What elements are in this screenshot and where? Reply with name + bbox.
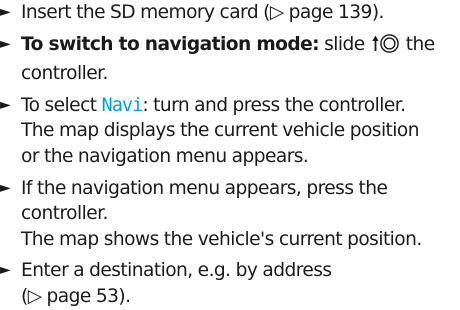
step-line: Insert the SD memory card (▷ page 139). xyxy=(21,0,460,26)
page-ref-arrow-icon: ▷ xyxy=(269,2,284,23)
step-press-controller: ► If the navigation menu appears, press … xyxy=(0,176,460,253)
step-enter-destination: ► Enter a destination, e.g. by address (… xyxy=(0,258,460,309)
step-line: controller. xyxy=(21,203,108,225)
step-text: the xyxy=(400,33,435,55)
step-insert-sd-card: ► Insert the SD memory card (▷ page 139)… xyxy=(0,0,460,26)
bullet-triangle-icon: ► xyxy=(0,35,11,52)
step-text: Insert the SD memory card ( xyxy=(21,2,270,23)
step-line: The map displays the current vehicle pos… xyxy=(21,120,420,142)
step-line: or the navigation menu appears. xyxy=(21,145,309,167)
step-line: To select Navi: turn and press the contr… xyxy=(21,93,460,119)
step-line: The map shows the vehicle's current posi… xyxy=(21,228,422,250)
page-reference: page 53 xyxy=(46,285,119,307)
step-select-navi: ► To select Navi: turn and press the con… xyxy=(0,93,460,170)
instruction-list: ► Insert the SD memory card (▷ page 139)… xyxy=(0,0,460,310)
step-text: To select xyxy=(21,94,102,116)
slide-up-controller-icon-graphic xyxy=(372,33,399,53)
step-text: : turn and press the controller. xyxy=(142,94,406,116)
slide-up-controller-icon xyxy=(372,33,399,62)
display-menu-item-navi: Navi xyxy=(101,94,144,116)
step-line: Enter a destination, e.g. by address xyxy=(21,260,332,282)
step-text: ). xyxy=(118,285,131,307)
page-ref-arrow-icon: ▷ xyxy=(27,285,42,307)
step-line: If the navigation menu appears, press th… xyxy=(21,177,388,199)
step-text: slide xyxy=(319,33,370,55)
bullet-triangle-icon: ► xyxy=(0,96,11,113)
bullet-triangle-icon: ► xyxy=(0,262,11,279)
step-switch-navigation-mode: ► To switch to navigation mode: slide th… xyxy=(0,32,460,87)
step-line: (▷ page 53). xyxy=(21,284,460,310)
step-heading: To switch to navigation mode: xyxy=(21,33,320,55)
step-line: To switch to navigation mode: slide the xyxy=(21,32,460,62)
step-line: controller. xyxy=(21,63,108,85)
step-text: ). xyxy=(371,2,385,23)
page-reference: page 139 xyxy=(288,2,373,23)
step-text: ( xyxy=(21,285,28,307)
bullet-triangle-icon: ► xyxy=(0,179,11,196)
bullet-triangle-icon: ► xyxy=(0,4,11,20)
